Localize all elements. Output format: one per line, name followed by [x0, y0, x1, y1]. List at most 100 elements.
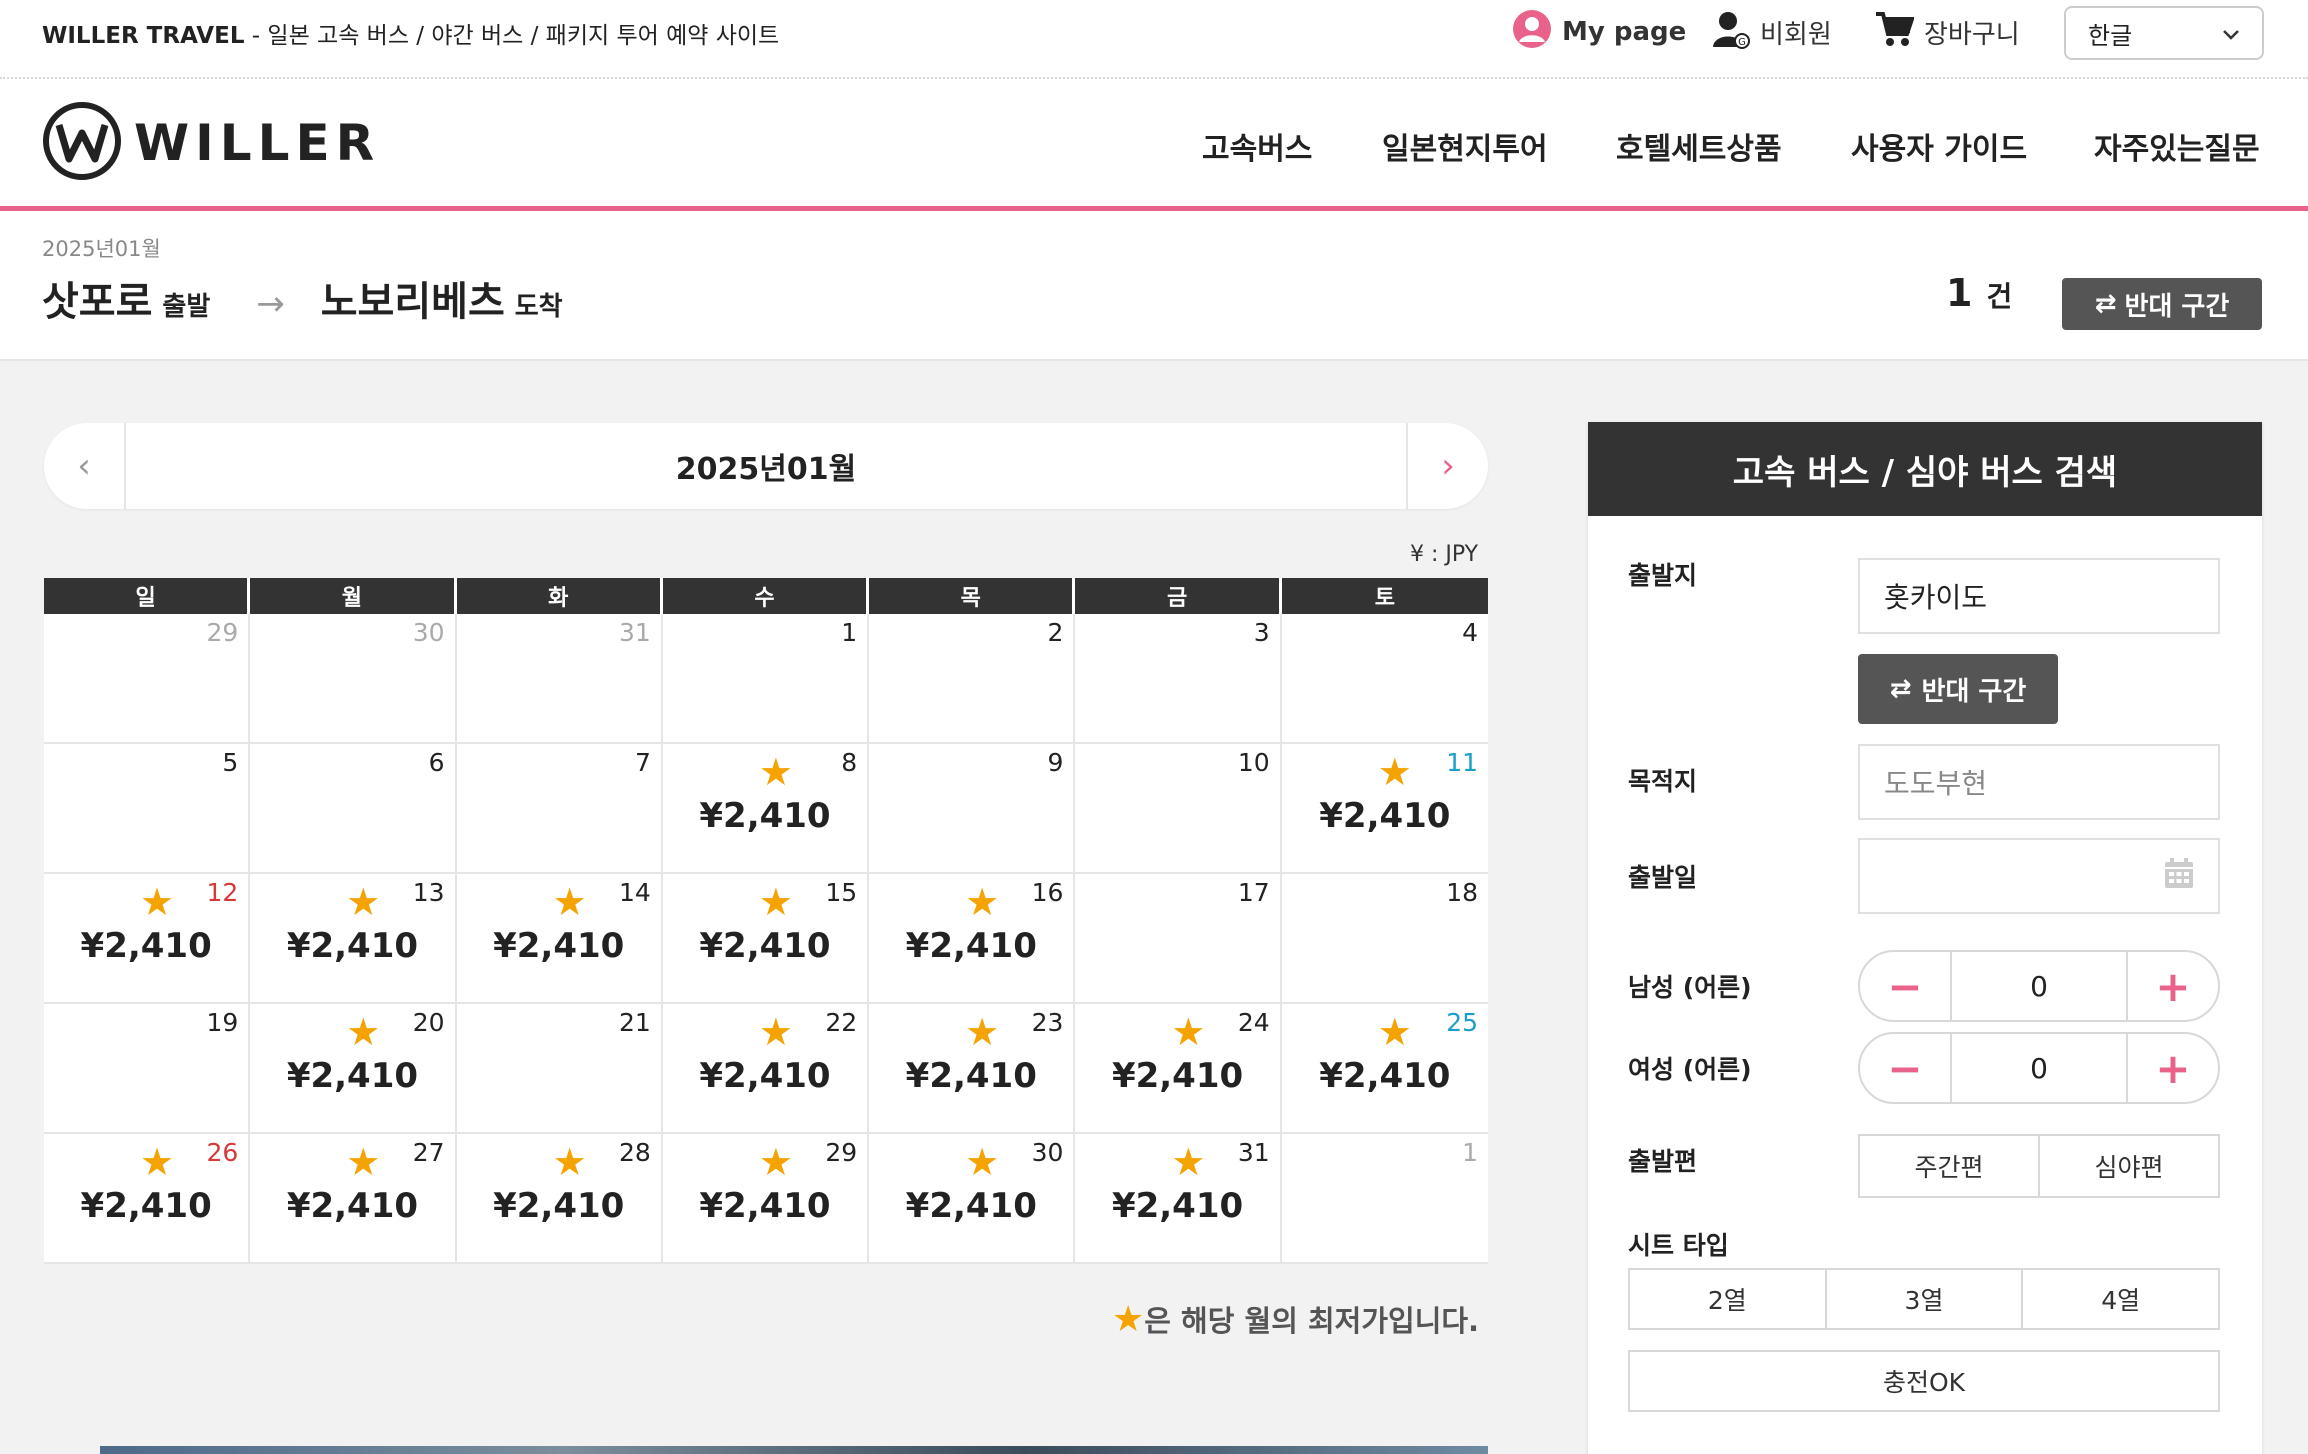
day-price[interactable]: ¥2,410	[1075, 1186, 1279, 1226]
calendar-day-cell[interactable]: 12 ★ ¥2,410	[44, 874, 251, 1004]
day-price[interactable]: ¥2,410	[250, 1056, 454, 1096]
day-number: 23	[1031, 1008, 1064, 1037]
calendar-day-cell: 3	[1075, 614, 1282, 744]
fare-calendar: 일 월 화 수 목 금 토 29 30 31 1 2 3 4 5 6 7 8 ★ ¥2,410 9 10 11…	[44, 578, 1488, 1264]
day-price[interactable]: ¥2,410	[663, 926, 867, 966]
male-minus-button[interactable]: −	[1860, 952, 1950, 1020]
calendar-day-cell[interactable]: 13 ★ ¥2,410	[250, 874, 457, 1004]
next-month-button[interactable]: ›	[1406, 423, 1488, 509]
day-price[interactable]: ¥2,410	[457, 1186, 661, 1226]
prev-month-button[interactable]: ‹	[44, 423, 126, 509]
calendar-day-cell: 29	[44, 614, 251, 744]
calendar-day-cell[interactable]: 11 ★ ¥2,410	[1281, 744, 1488, 874]
result-count: 1건	[1946, 271, 2013, 315]
calendar-day-cell[interactable]: 27 ★ ¥2,410	[250, 1134, 457, 1264]
overnight-option[interactable]: 심야편	[2040, 1136, 2218, 1196]
day-price[interactable]: ¥2,410	[1282, 1056, 1488, 1096]
calendar-day-cell[interactable]: 25 ★ ¥2,410	[1281, 1004, 1488, 1134]
calendar-day-cell[interactable]: 29 ★ ¥2,410	[662, 1134, 870, 1264]
day-number: 17	[1237, 878, 1270, 907]
origin-city: 삿포로	[42, 279, 153, 325]
calendar-day-cell[interactable]: 30 ★ ¥2,410	[869, 1134, 1076, 1264]
route-line: 삿포로 출발 → 노보리베츠 도착	[42, 269, 563, 327]
seat-3-row-option[interactable]: 3열	[1827, 1270, 2024, 1328]
nav-faq[interactable]: 자주있는질문	[2094, 124, 2260, 168]
departure-type-toggle: 주간편 심야편	[1858, 1134, 2220, 1198]
female-adult-label: 여성 (어른)	[1628, 1055, 1752, 1084]
calendar-day-cell: 4	[1281, 614, 1488, 744]
male-plus-button[interactable]: +	[2128, 952, 2218, 1020]
day-price[interactable]: ¥2,410	[1282, 796, 1488, 836]
date-input[interactable]	[1858, 838, 2220, 914]
destination-select[interactable]: 도도부현	[1858, 744, 2220, 820]
month-title: 2025년01월	[675, 452, 857, 487]
weekday-wed: 수	[663, 578, 870, 614]
weekday-mon: 월	[250, 578, 457, 614]
calendar-day-cell: 9	[869, 744, 1076, 874]
willer-logo[interactable]: WILLER	[42, 101, 380, 185]
calendar-day-cell: 10	[1075, 744, 1282, 874]
charging-ok-option[interactable]: 충전OK	[1628, 1350, 2220, 1412]
reverse-button[interactable]: ⇄ 반대 구간	[1858, 654, 2058, 724]
origin-select[interactable]: 홋카이도	[1858, 558, 2220, 634]
day-price[interactable]: ¥2,410	[44, 926, 248, 966]
guest-link[interactable]: G 비회원	[1712, 10, 1832, 54]
cart-link[interactable]: 장바구니	[1874, 10, 2020, 54]
male-adult-label: 남성 (어른)	[1628, 973, 1752, 1002]
calendar-day-cell[interactable]: 28 ★ ¥2,410	[456, 1134, 663, 1264]
day-price[interactable]: ¥2,410	[250, 926, 454, 966]
day-price[interactable]: ¥2,410	[869, 926, 1073, 966]
language-select[interactable]: 한글	[2064, 6, 2264, 60]
day-price[interactable]: ¥2,410	[869, 1056, 1073, 1096]
route-summary: 2025년01월 삿포로 출발 → 노보리베츠 도착 1건 ⇄ 반대 구간	[0, 211, 2308, 361]
calendar-day-cell: 6	[250, 744, 457, 874]
female-count[interactable]: 0	[1950, 1034, 2128, 1102]
calendar-day-cell[interactable]: 31 ★ ¥2,410	[1075, 1134, 1282, 1264]
day-number: 28	[619, 1138, 651, 1167]
svg-text:G: G	[1738, 37, 1746, 48]
calendar-day-cell[interactable]: 22 ★ ¥2,410	[662, 1004, 870, 1134]
day-price[interactable]: ¥2,410	[869, 1186, 1073, 1226]
lowest-price-star-icon: ★	[1377, 750, 1412, 794]
nav-user-guide[interactable]: 사용자 가이드	[1851, 124, 2027, 168]
nav-hotel-set[interactable]: 호텔세트상품	[1616, 124, 1782, 168]
female-plus-button[interactable]: +	[2128, 1034, 2218, 1102]
calendar-day-cell[interactable]: 14 ★ ¥2,410	[456, 874, 663, 1004]
day-price[interactable]: ¥2,410	[250, 1186, 454, 1226]
nav-highway-bus[interactable]: 고속버스	[1202, 124, 1312, 168]
nav-japan-tour[interactable]: 일본현지투어	[1382, 124, 1548, 168]
reverse-route-button[interactable]: ⇄ 반대 구간	[2062, 278, 2262, 330]
calendar-day-cell[interactable]: 8 ★ ¥2,410	[662, 744, 870, 874]
calendar-day-cell[interactable]: 26 ★ ¥2,410	[44, 1134, 251, 1264]
calendar-day-cell[interactable]: 24 ★ ¥2,410	[1075, 1004, 1282, 1134]
calendar-day-cell: 19	[44, 1004, 251, 1134]
female-minus-button[interactable]: −	[1860, 1034, 1950, 1102]
day-number: 15	[825, 878, 858, 907]
day-price[interactable]: ¥2,410	[1075, 1056, 1279, 1096]
seat-2-row-option[interactable]: 2열	[1630, 1270, 1827, 1328]
reverse-label: 반대 구간	[1921, 676, 2027, 707]
day-number: 22	[825, 1008, 858, 1037]
calendar-day-cell[interactable]: 16 ★ ¥2,410	[869, 874, 1076, 1004]
calendar-day-cell: 31	[456, 614, 663, 744]
calendar-day-cell[interactable]: 23 ★ ¥2,410	[869, 1004, 1076, 1134]
lowest-price-star-icon: ★	[1377, 1010, 1412, 1054]
daytime-option[interactable]: 주간편	[1860, 1136, 2040, 1196]
seat-type-toggle: 2열 3열 4열	[1628, 1268, 2220, 1330]
reverse-route-label: 반대 구간	[2124, 291, 2230, 322]
calendar-day-cell[interactable]: 20 ★ ¥2,410	[250, 1004, 457, 1134]
top-utility-bar: WILLER TRAVEL - 일본 고속 버스 / 야간 버스 / 패키지 투…	[0, 0, 2308, 79]
day-price[interactable]: ¥2,410	[663, 1186, 867, 1226]
mypage-link[interactable]: My page	[1512, 9, 1686, 54]
calendar-day-cell[interactable]: 15 ★ ¥2,410	[662, 874, 870, 1004]
origin-label: 출발	[162, 292, 211, 322]
lowest-price-star-icon: ★	[758, 880, 793, 924]
day-price[interactable]: ¥2,410	[663, 796, 867, 836]
seat-4-row-option[interactable]: 4열	[2023, 1270, 2218, 1328]
day-price[interactable]: ¥2,410	[663, 1056, 867, 1096]
day-number: 14	[619, 878, 651, 907]
cart-label: 장바구니	[1924, 19, 2020, 50]
day-price[interactable]: ¥2,410	[44, 1186, 248, 1226]
male-count[interactable]: 0	[1950, 952, 2128, 1020]
day-price[interactable]: ¥2,410	[457, 926, 661, 966]
